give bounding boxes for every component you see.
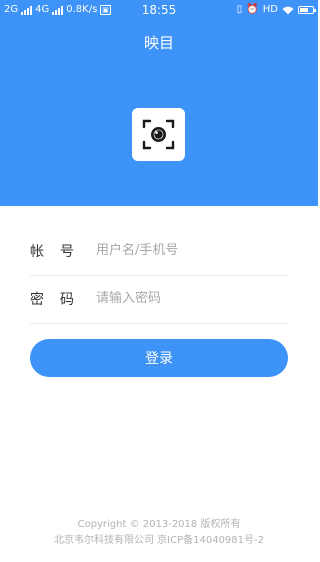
- account-input[interactable]: [96, 243, 286, 258]
- password-input[interactable]: [96, 291, 286, 306]
- vibrate-icon: ▯: [236, 4, 243, 15]
- hd-badge: HD: [262, 4, 278, 15]
- battery-icon: [298, 6, 316, 14]
- copyright-text: Copyright © 2013-2018 版权所有: [77, 519, 241, 530]
- company-text: 北京韦尔科技有限公司 京ICP备14040981号-2: [53, 535, 264, 546]
- status-right: ▯ ⏰ HD: [236, 0, 316, 20]
- login-screen: 2G 4G 0.8K/s ▣ 18:55 ▯ ⏰ HD 映目 帐号 用户名/手机…: [0, 0, 318, 562]
- account-row: 帐号: [30, 226, 288, 276]
- camera-focus-icon: [142, 119, 175, 150]
- app-logo: [132, 108, 185, 161]
- login-button[interactable]: 登录: [30, 339, 288, 377]
- header-banner: 2G 4G 0.8K/s ▣ 18:55 ▯ ⏰ HD 映目: [0, 0, 318, 206]
- account-label: 帐号: [30, 243, 90, 260]
- wifi-icon: [282, 6, 294, 14]
- alarm-icon: ⏰: [246, 4, 259, 15]
- password-label: 密码: [30, 291, 90, 308]
- status-bar: 2G 4G 0.8K/s ▣ 18:55 ▯ ⏰ HD: [0, 0, 318, 20]
- password-row: 密码: [30, 274, 288, 324]
- app-title: 映目: [143, 34, 174, 52]
